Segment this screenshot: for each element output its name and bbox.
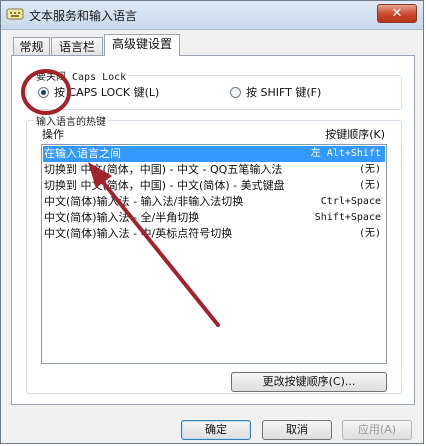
hotkey-key-sequence: (无) [358, 180, 381, 191]
ok-button[interactable]: 确定 [181, 420, 251, 440]
apply-button[interactable]: 应用(A) [342, 420, 412, 440]
radio-shift-label: 按 SHIFT 键(F) [246, 86, 322, 99]
hotkey-key-sequence: Ctrl+Space [320, 196, 381, 207]
hotkey-row[interactable]: 中文(简体)输入法 - 中/英标点符号切换 (无) [43, 226, 385, 242]
text-services-dialog: 文本服务和输入语言 ✕ 常规 语言栏 高级键设置 要关闭 Caps Lock 按… [0, 0, 424, 444]
hotkey-row[interactable]: 在输入语言之间 左 Alt+Shift [43, 146, 385, 162]
tab-language-bar[interactable]: 语言栏 [51, 37, 103, 55]
hotkey-key-sequence: Shift+Space [314, 212, 381, 223]
radio-selected-indicator [38, 86, 49, 98]
title-bar: 文本服务和输入语言 ✕ [1, 1, 423, 30]
hotkey-row[interactable]: 切换到 中文(简体，中国) - 中文(简体) - 美式键盘 (无) [43, 178, 385, 194]
hotkey-action: 切换到 中文(简体，中国) - 中文 - QQ五笔输入法 [44, 163, 283, 176]
hotkey-row[interactable]: 中文(简体)输入法 - 输入法/非输入法切换 Ctrl+Space [43, 194, 385, 210]
hotkey-key-sequence: (无) [358, 164, 381, 175]
hotkey-action: 中文(简体)输入法 - 输入法/非输入法切换 [44, 195, 244, 208]
hotkey-list-header: 操作 按键顺序(K) [33, 126, 387, 141]
radio-shift-key[interactable]: 按 SHIFT 键(F) [230, 84, 321, 100]
close-button[interactable]: ✕ [377, 4, 417, 23]
keyboard-icon [6, 8, 24, 20]
hotkey-action: 在输入语言之间 [44, 147, 121, 160]
window-title: 文本服务和输入语言 [29, 9, 138, 23]
hotkey-action: 中文(简体)输入法 - 中/英标点符号切换 [44, 227, 233, 240]
caps-lock-group-label: 要关闭 Caps Lock [34, 68, 129, 83]
close-icon: ✕ [391, 6, 403, 21]
hotkey-action: 中文(简体)输入法 - 全/半角切换 [44, 211, 200, 224]
radio-caps-lock-key[interactable]: 按 CAPS LOCK 键(L) [38, 84, 159, 100]
column-action-header: 操作 [42, 128, 64, 141]
hotkey-row[interactable]: 中文(简体)输入法 - 全/半角切换 Shift+Space [43, 210, 385, 226]
radio-caps-lock-label: 按 CAPS LOCK 键(L) [54, 86, 160, 99]
tab-advanced-key-settings[interactable]: 高级键设置 [104, 34, 180, 56]
change-key-sequence-button[interactable]: 更改按键顺序(C)... [231, 372, 387, 392]
tab-general[interactable]: 常规 [13, 37, 50, 55]
hotkey-list[interactable]: 在输入语言之间 左 Alt+Shift 切换到 中文(简体，中国) - 中文 - Q… [41, 144, 387, 364]
hotkey-key-sequence: 左 Alt+Shift [310, 148, 381, 159]
hotkey-action: 切换到 中文(简体，中国) - 中文(简体) - 美式键盘 [44, 179, 285, 192]
hotkey-row[interactable]: 切换到 中文(简体，中国) - 中文 - QQ五笔输入法 (无) [43, 162, 385, 178]
column-key-header: 按键顺序(K) [325, 128, 385, 141]
radio-unselected-indicator [230, 86, 241, 98]
cancel-button[interactable]: 取消 [262, 420, 332, 440]
hotkey-key-sequence: (无) [358, 228, 381, 239]
